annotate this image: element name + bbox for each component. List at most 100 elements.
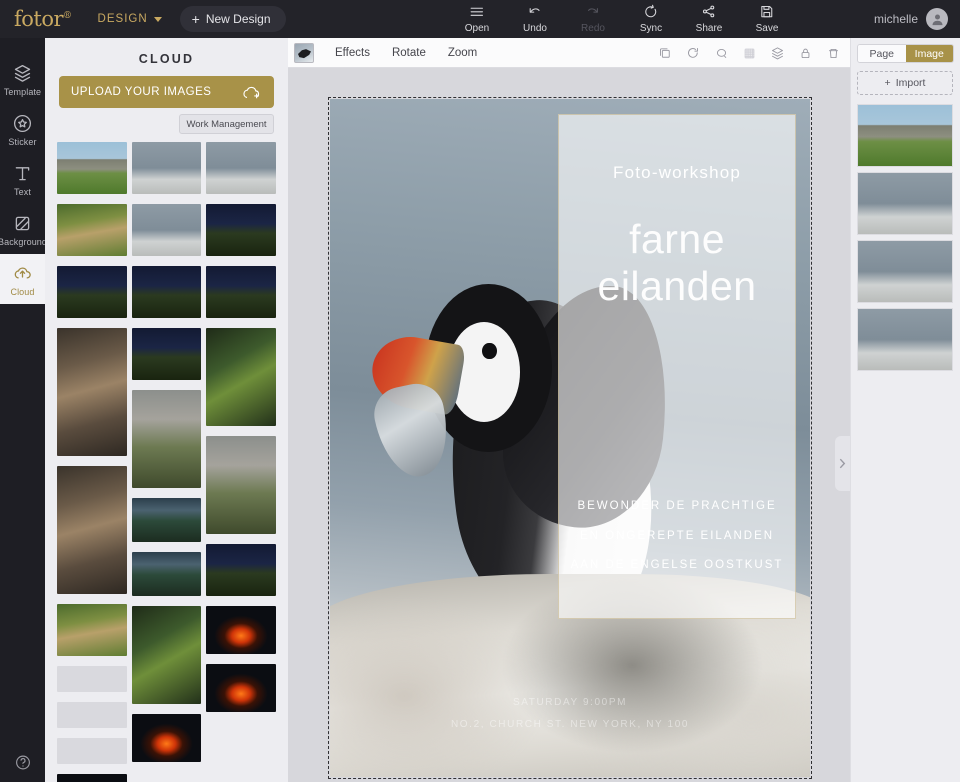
right-tab-image[interactable]: Image	[905, 45, 953, 62]
cloud-thumbnail[interactable]	[206, 544, 277, 596]
top-tool-share[interactable]: Share	[680, 4, 738, 34]
help-button[interactable]	[14, 754, 31, 776]
cloud-thumbnail[interactable]	[131, 204, 202, 256]
cloud-panel: CLOUD UPLOAD YOUR IMAGES Work Management	[45, 38, 288, 782]
user-menu[interactable]: michelle	[874, 0, 948, 38]
share-icon	[702, 5, 714, 18]
menu-icon	[470, 7, 483, 16]
cloud-thumbnail[interactable]	[131, 498, 202, 542]
cloud-up-icon	[14, 267, 31, 279]
cloud-thumbnail[interactable]	[57, 738, 127, 764]
help-circle-icon	[15, 755, 30, 770]
top-tool-save[interactable]: Save	[738, 4, 796, 34]
cloud-thumbnail[interactable]	[57, 466, 127, 594]
duplicate-icon	[659, 47, 670, 58]
cloud-thumbnail[interactable]	[206, 204, 277, 256]
work-management-label: Work Management	[186, 118, 267, 130]
design-canvas[interactable]: Foto-workshop farne eilanden BEWONDER DE…	[328, 97, 812, 779]
top-tool-undo[interactable]: Undo	[506, 4, 564, 34]
page-image-tabs: Page Image	[857, 44, 954, 63]
page-thumbnail-list	[857, 104, 954, 371]
editor-trash-button[interactable]	[820, 40, 846, 66]
rail-item-background[interactable]: Background	[0, 204, 48, 254]
top-tool-group: Open Undo Redo Sync Share Save	[448, 0, 796, 38]
rail-item-template[interactable]: Template	[0, 54, 45, 104]
text-overlay-panel[interactable]: Foto-workshop farne eilanden BEWONDER DE…	[558, 113, 797, 620]
sync-icon	[644, 4, 656, 18]
import-button[interactable]: + Import	[857, 71, 953, 95]
plus-icon: +	[191, 11, 200, 27]
work-management-button[interactable]: Work Management	[179, 114, 274, 134]
chevron-right-icon	[839, 458, 846, 469]
save-icon	[760, 5, 772, 18]
cloud-thumbnail[interactable]	[131, 552, 202, 596]
rail-item-label: Template	[3, 87, 42, 97]
page-thumbnail[interactable]	[857, 172, 953, 235]
transparency-icon	[744, 48, 754, 58]
registered-mark: ®	[63, 11, 72, 21]
overlay-body-text[interactable]: BEWONDER DE PRACHTIGE EN ONGEREPTE EILAN…	[568, 492, 785, 580]
page-thumbnail[interactable]	[857, 308, 953, 371]
editor-lock-button[interactable]	[792, 40, 818, 66]
new-design-button[interactable]: + New Design	[179, 6, 286, 32]
cloud-thumbnail[interactable]	[131, 142, 202, 194]
overlay-subtitle[interactable]: Foto-workshop	[559, 163, 795, 183]
cloud-thumbnail[interactable]	[206, 436, 277, 534]
cloud-thumbnail[interactable]	[57, 142, 127, 194]
cloud-thumbnail[interactable]	[57, 266, 127, 318]
cloud-thumbnail[interactable]	[57, 666, 127, 692]
rail-item-cloud[interactable]: Cloud	[0, 254, 45, 304]
editor-crop-shape-button[interactable]	[708, 40, 734, 66]
cloud-thumbnail[interactable]	[131, 714, 202, 762]
cloud-thumbnail[interactable]	[57, 604, 127, 656]
collapse-right-panel-handle[interactable]	[835, 436, 850, 491]
reset-icon	[687, 47, 698, 58]
editor-button-effects[interactable]: Effects	[324, 38, 381, 68]
selected-image-thumbnail[interactable]	[294, 42, 314, 63]
canvas-footer-text[interactable]: SATURDAY 9:00PM NO.2, CHURCH ST. NEW YOR…	[368, 692, 771, 736]
fotor-editor-app: fotor® DESIGN + New Design Open Undo Redo S…	[0, 0, 960, 782]
editor-layers-button[interactable]	[764, 40, 790, 66]
overlay-title-line-1: farne	[629, 215, 726, 262]
cloud-thumbnail[interactable]	[131, 606, 202, 704]
cloud-thumbnail[interactable]	[131, 390, 202, 488]
right-tab-page[interactable]: Page	[858, 45, 906, 62]
rail-item-label: Text	[14, 187, 31, 197]
editor-transparency-button[interactable]	[736, 40, 762, 66]
cloud-thumbnail[interactable]	[206, 664, 277, 712]
footer-line-2: NO.2, CHURCH ST. NEW YORK, NY 100	[450, 719, 690, 731]
rail-item-sticker[interactable]: Sticker	[0, 104, 45, 154]
editor-duplicate-button[interactable]	[652, 40, 678, 66]
upload-your-images-button[interactable]: UPLOAD YOUR IMAGES	[59, 76, 274, 108]
top-tool-open[interactable]: Open	[448, 4, 506, 34]
import-plus-icon: +	[884, 77, 891, 89]
page-thumbnail[interactable]	[857, 240, 953, 303]
cloud-thumbnail[interactable]	[57, 774, 127, 782]
editor-button-zoom[interactable]: Zoom	[437, 38, 488, 68]
rail-item-text[interactable]: Text	[0, 154, 45, 204]
cloud-thumbnail-grid	[57, 142, 277, 782]
cloud-thumbnail[interactable]	[57, 702, 127, 728]
page-thumbnail[interactable]	[857, 104, 953, 167]
editor-reset-button[interactable]	[680, 40, 706, 66]
cloud-thumbnail[interactable]	[131, 328, 202, 380]
editor-button-rotate[interactable]: Rotate	[381, 38, 437, 68]
top-tool-sync[interactable]: Sync	[622, 4, 680, 34]
cloud-thumbnail[interactable]	[57, 204, 127, 256]
cloud-thumbnail[interactable]	[206, 266, 277, 318]
top-tool-label: Open	[464, 23, 490, 34]
overlay-title[interactable]: farne eilanden	[559, 216, 795, 312]
left-rail: Template Sticker Text Background Cloud	[0, 38, 48, 782]
new-design-label: New Design	[205, 12, 271, 26]
cloud-thumbnail[interactable]	[206, 328, 277, 426]
cloud-thumbnail[interactable]	[206, 142, 277, 194]
rail-item-label: Background	[0, 237, 48, 247]
cloud-thumbnail[interactable]	[206, 606, 277, 654]
redo-icon	[587, 8, 598, 13]
cloud-thumbnail[interactable]	[57, 328, 127, 456]
cloud-thumbnail[interactable]	[131, 266, 202, 318]
rail-item-label: Cloud	[10, 287, 35, 297]
canvas-area[interactable]: Foto-workshop farne eilanden BEWONDER DE…	[288, 68, 850, 782]
right-panel: Page Image + Import	[850, 38, 960, 782]
design-menu[interactable]: DESIGN	[98, 13, 162, 25]
